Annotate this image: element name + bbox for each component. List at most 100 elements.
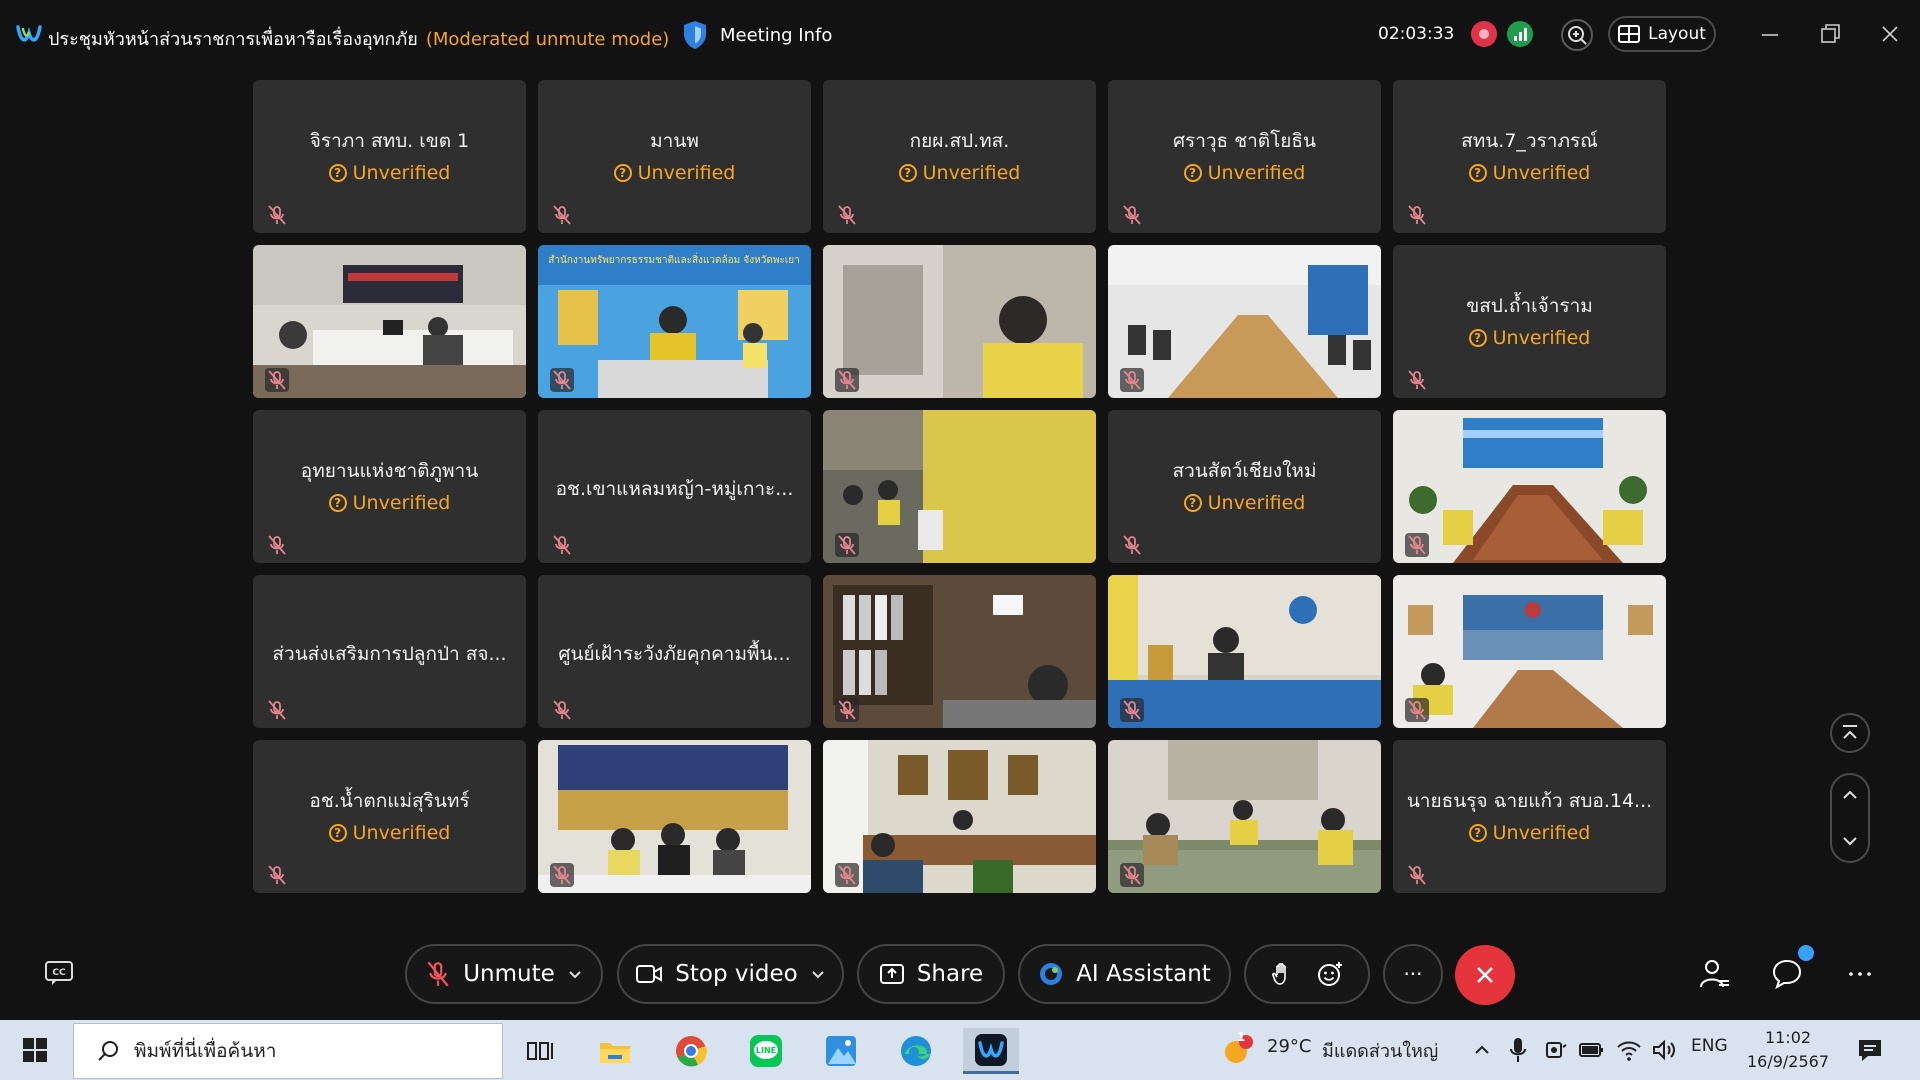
line-app[interactable]: LINE — [738, 1028, 794, 1074]
video-feed — [1393, 410, 1666, 563]
participant-tile[interactable]: นายธนรุจ ฉายแก้ว สบอ.14... ? Unverified — [1393, 740, 1666, 893]
participant-status: ? Unverified — [1108, 162, 1381, 184]
webex-logo-icon — [16, 25, 42, 42]
closed-captions-icon[interactable]: CC — [44, 960, 74, 986]
battery-icon[interactable] — [1578, 1040, 1606, 1060]
status-text: Unverified — [1492, 162, 1591, 184]
volume-icon[interactable] — [1651, 1038, 1677, 1062]
more-horizontal-icon[interactable] — [1843, 957, 1877, 991]
chevron-up-icon[interactable] — [1840, 785, 1860, 805]
microphone-icon[interactable] — [1508, 1036, 1528, 1064]
muted-mic-icon — [553, 535, 571, 555]
webex-app[interactable] — [963, 1028, 1019, 1074]
participant-name: สวนสัตว์เชียงใหม่ — [1172, 460, 1317, 482]
more-options-button[interactable]: ··· — [1383, 944, 1443, 1004]
edge-icon — [901, 1036, 931, 1066]
camera-privacy-icon[interactable] — [1544, 1038, 1568, 1062]
add-reaction-icon[interactable] — [1316, 960, 1344, 988]
participant-tile[interactable]: ศูนย์เฝ้าระวังภัยคุกคามพื้น... — [538, 575, 811, 728]
taskbar-search-input[interactable]: พิมพ์ที่นี่เพื่อค้นหา — [73, 1023, 503, 1079]
participant-tile[interactable]: สวนสัตว์เชียงใหม่ ? Unverified — [1108, 410, 1381, 563]
restore-icon[interactable] — [1816, 20, 1844, 48]
stop-video-button[interactable]: Stop video — [617, 944, 844, 1004]
muted-mic-icon — [835, 863, 859, 887]
close-icon[interactable] — [1876, 20, 1904, 48]
participant-video-tile[interactable]: สำนักงานทรัพยากรธรรมชาติและสิ่งแวดล้อม จ… — [538, 245, 811, 398]
weather-temperature[interactable]: 29°C — [1267, 1036, 1311, 1057]
participant-tile[interactable]: สทน.7_วราภรณ์ ? Unverified — [1393, 80, 1666, 233]
participant-video-tile[interactable] — [253, 245, 526, 398]
wifi-icon[interactable] — [1616, 1038, 1642, 1062]
participants-icon[interactable] — [1697, 957, 1731, 991]
chevron-down-icon[interactable] — [567, 966, 583, 982]
participant-video-tile[interactable] — [1393, 410, 1666, 563]
chrome-app[interactable] — [663, 1028, 719, 1074]
minimize-icon[interactable] — [1756, 20, 1784, 48]
meeting-timer: 02:03:33 — [1378, 24, 1455, 44]
meeting-info-button[interactable]: Meeting Info — [682, 19, 832, 51]
video-feed — [1108, 740, 1381, 893]
participant-video-tile[interactable] — [823, 740, 1096, 893]
scroll-to-top-button[interactable] — [1830, 713, 1870, 753]
participant-video-tile[interactable] — [1108, 575, 1381, 728]
video-feed — [253, 245, 526, 398]
participant-tile[interactable]: กยผ.สป.ทส. ? Unverified — [823, 80, 1096, 233]
participant-tile[interactable]: มานพ ? Unverified — [538, 80, 811, 233]
zoom-icon[interactable] — [1561, 19, 1593, 51]
end-meeting-button[interactable] — [1455, 945, 1515, 1005]
recording-indicator-icon[interactable] — [1471, 21, 1497, 47]
photos-app[interactable] — [813, 1028, 869, 1074]
chat-icon[interactable] — [1770, 957, 1804, 991]
participant-name: กยผ.สป.ทส. — [909, 130, 1010, 152]
video-feed — [538, 740, 811, 893]
question-icon: ? — [1183, 164, 1202, 182]
raise-hand-icon[interactable] — [1270, 961, 1294, 987]
svg-text:CC: CC — [52, 968, 66, 978]
participant-name: จิราภา สทบ. เขต 1 — [309, 130, 470, 152]
participant-video-tile[interactable] — [1393, 575, 1666, 728]
participant-status: ? Unverified — [1393, 327, 1666, 349]
participant-video-tile[interactable] — [538, 740, 811, 893]
unmute-button[interactable]: Unmute — [405, 944, 603, 1004]
edge-app[interactable] — [888, 1028, 944, 1074]
search-icon — [98, 1041, 118, 1061]
participant-video-tile[interactable] — [1108, 245, 1381, 398]
participant-tile[interactable]: ขสป.ถ้ำเจ้าราม ? Unverified — [1393, 245, 1666, 398]
task-view-icon — [527, 1042, 553, 1060]
participant-video-tile[interactable] — [823, 245, 1096, 398]
question-icon: ? — [898, 164, 917, 182]
clock-time: 11:02 — [1764, 1028, 1812, 1047]
participant-tile[interactable]: ส่วนส่งเสริมการปลูกป่า สจ... — [253, 575, 526, 728]
share-button[interactable]: Share — [857, 944, 1005, 1004]
file-explorer-app[interactable] — [587, 1028, 643, 1074]
chevron-down-icon[interactable] — [810, 966, 826, 982]
weather-description[interactable]: มีแดดส่วนใหญ่ — [1322, 1036, 1438, 1065]
input-language[interactable]: ENG — [1691, 1036, 1728, 1056]
notification-center-icon[interactable] — [1856, 1036, 1884, 1064]
participant-tile[interactable]: อช.เขาแหลมหญ้า-หมู่เกาะ... — [538, 410, 811, 563]
status-text: Unverified — [922, 162, 1021, 184]
participant-video-tile[interactable] — [1108, 740, 1381, 893]
ai-assistant-button[interactable]: AI Assistant — [1018, 944, 1231, 1004]
participant-name: ศูนย์เฝ้าระวังภัยคุกคามพื้น... — [558, 643, 791, 665]
windows-start-icon[interactable] — [22, 1037, 48, 1063]
participant-video-tile[interactable] — [823, 575, 1096, 728]
chrome-icon — [676, 1036, 707, 1067]
line-messenger-icon: LINE — [750, 1035, 782, 1067]
participant-tile[interactable]: อุทยานแห่งชาติภูพาน ? Unverified — [253, 410, 526, 563]
muted-mic-icon — [265, 368, 289, 392]
participant-tile[interactable]: ศราวุธ ชาติโยธิน ? Unverified — [1108, 80, 1381, 233]
task-view-button[interactable] — [512, 1028, 568, 1074]
chevron-up-icon[interactable] — [1472, 1040, 1492, 1060]
taskbar-clock[interactable]: 11:02 16/9/2567 — [1744, 1026, 1832, 1074]
participant-tile[interactable]: จิราภา สทบ. เขต 1 ? Unverified — [253, 80, 526, 233]
status-text: Unverified — [352, 492, 451, 514]
video-feed — [1393, 575, 1666, 728]
video-feed — [823, 575, 1096, 728]
layout-button[interactable]: Layout — [1608, 16, 1716, 52]
participant-tile[interactable]: อช.น้ำตกแม่สุรินทร์ ? Unverified — [253, 740, 526, 893]
network-signal-icon[interactable] — [1507, 21, 1533, 47]
question-icon: ? — [328, 494, 347, 512]
participant-video-tile[interactable] — [823, 410, 1096, 563]
chevron-down-icon[interactable] — [1840, 831, 1860, 851]
